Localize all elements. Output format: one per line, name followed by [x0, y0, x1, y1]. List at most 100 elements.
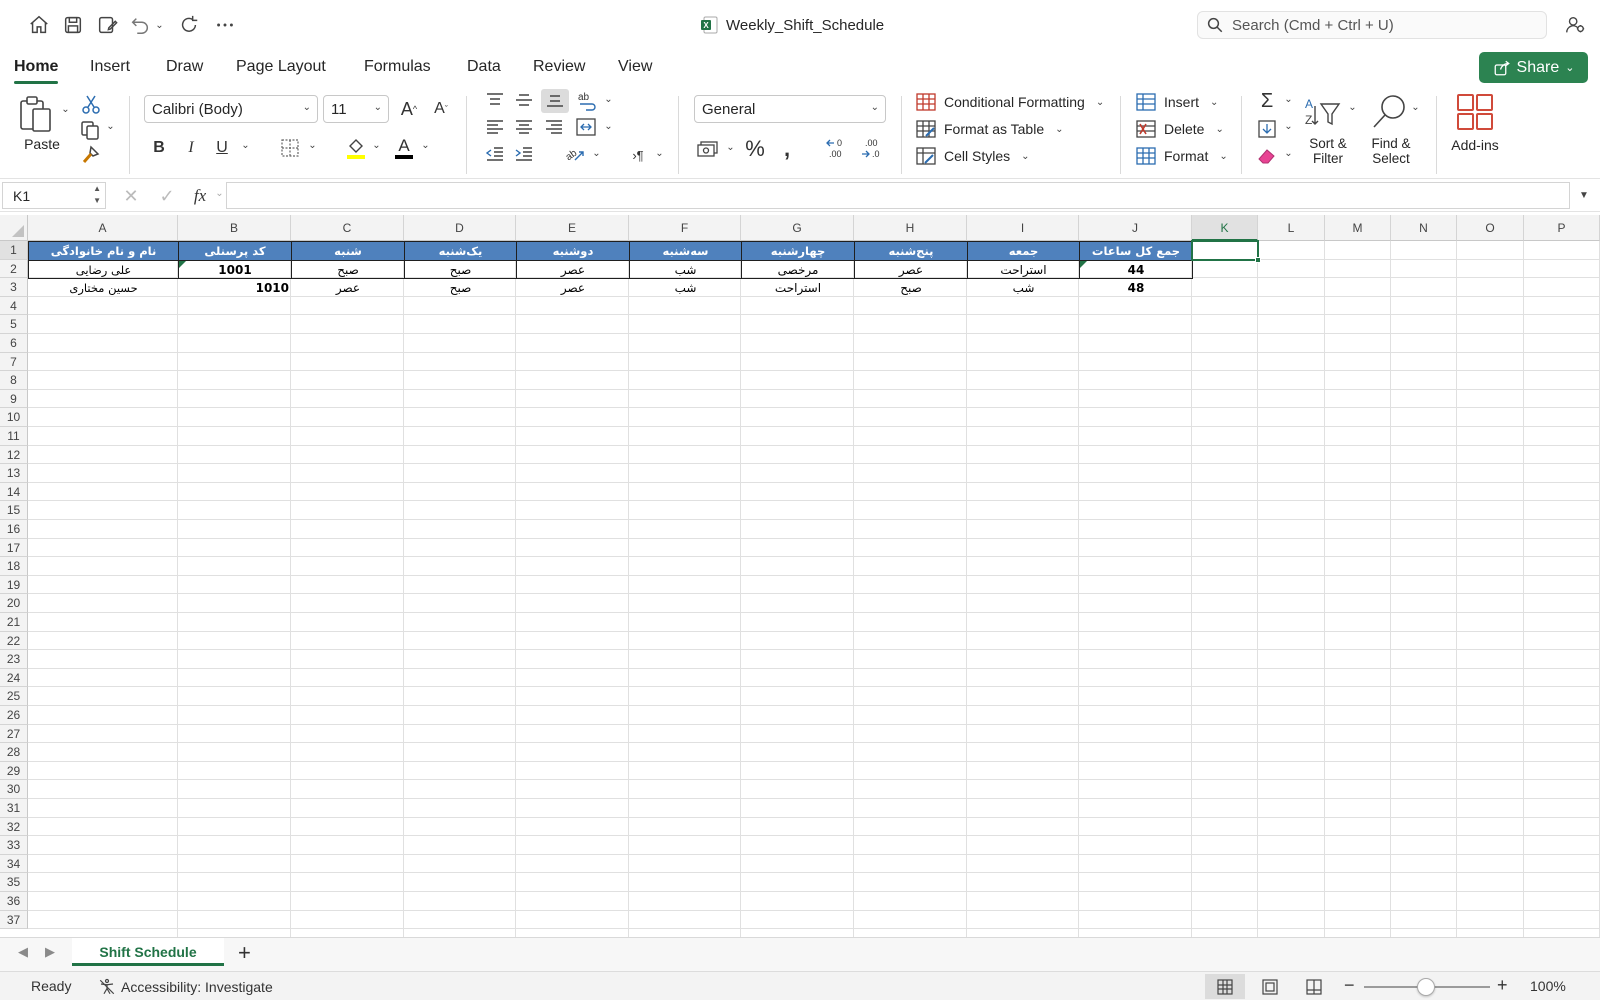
number-format-select[interactable]: General ⌄ [694, 95, 886, 123]
header-cell[interactable]: نام و نام خانوادگی [28, 241, 179, 261]
cancel-entry-icon[interactable]: ✕ [120, 186, 142, 206]
tab-view[interactable]: View [618, 55, 652, 81]
table-cell[interactable]: استراحت [741, 279, 855, 298]
spreadsheet-grid[interactable]: A B C D E F G H I J K L M N O P 1 2 3 4 5 6 7 8 9 10 11 12 13 14 15 16 1… [0, 215, 1600, 937]
row-header[interactable]: 2 [0, 259, 28, 279]
column-header-j[interactable]: J [1079, 215, 1192, 241]
share-button[interactable]: Share ⌄ [1479, 52, 1588, 83]
row-header[interactable]: 28 [0, 743, 28, 762]
row-header[interactable]: 17 [0, 538, 28, 558]
conditional-formatting-button[interactable]: Conditional Formatting ⌄ [916, 91, 1104, 113]
row-header[interactable]: 9 [0, 389, 28, 409]
underline-dropdown-icon[interactable]: ⌄ [238, 140, 250, 151]
row-header[interactable]: 19 [0, 575, 28, 595]
header-cell[interactable]: جمعه [967, 241, 1080, 261]
header-cell[interactable]: چهارشنبه [741, 241, 855, 261]
autosum-dropdown-icon[interactable]: ⌄ [1281, 94, 1293, 105]
decrease-font-size-icon[interactable]: Aˇ [428, 97, 454, 121]
row-header[interactable]: 23 [0, 650, 28, 669]
merge-center-icon[interactable] [574, 117, 598, 137]
row-header[interactable]: 36 [0, 892, 28, 911]
table-cell[interactable]: 1010 [178, 279, 292, 298]
scroll-sheets-right-icon[interactable]: ▶ [45, 944, 55, 960]
row-header[interactable]: 1 [0, 241, 28, 260]
name-box[interactable]: K1 ▲ ▼ [2, 182, 106, 209]
header-cell[interactable]: سه‌شنبه [629, 241, 742, 261]
column-header-f[interactable]: F [629, 215, 741, 241]
row-header[interactable]: 22 [0, 631, 28, 651]
align-center-icon[interactable] [513, 117, 535, 137]
table-cell[interactable]: شب [629, 279, 742, 298]
row-header[interactable]: 37 [0, 910, 28, 930]
column-header-b[interactable]: B [178, 215, 291, 241]
tab-insert[interactable]: Insert [90, 55, 130, 81]
orientation-dropdown-icon[interactable]: ⌄ [589, 148, 601, 159]
row-header[interactable]: 27 [0, 724, 28, 744]
column-header-d[interactable]: D [404, 215, 516, 241]
table-cell[interactable]: استراحت [967, 260, 1080, 280]
row-header[interactable]: 10 [0, 408, 28, 427]
comma-style-icon[interactable]: , [776, 136, 798, 162]
scroll-sheets-left-icon[interactable]: ◀ [18, 944, 28, 960]
row-header[interactable]: 25 [0, 687, 28, 706]
italic-button[interactable]: I [180, 136, 202, 160]
cut-icon[interactable] [80, 93, 102, 115]
copy-dropdown-icon[interactable]: ⌄ [103, 121, 115, 132]
page-layout-view-icon[interactable] [1250, 974, 1290, 999]
zoom-in-button[interactable]: + [1497, 975, 1508, 996]
table-cell[interactable]: مرخصی [741, 260, 855, 280]
undo-dropdown-icon[interactable]: ⌄ [151, 12, 165, 38]
zoom-out-button[interactable]: − [1344, 975, 1355, 996]
percent-style-icon[interactable]: % [742, 136, 768, 162]
header-cell[interactable]: شنبه [291, 241, 405, 261]
redo-icon[interactable] [176, 12, 202, 38]
home-icon[interactable] [26, 12, 52, 38]
row-header[interactable]: 29 [0, 761, 28, 781]
font-color-dropdown-icon[interactable]: ⌄ [418, 140, 430, 151]
normal-view-icon[interactable] [1205, 974, 1245, 999]
fill-color-icon[interactable] [344, 136, 368, 160]
clear-dropdown-icon[interactable]: ⌄ [1281, 148, 1293, 159]
decrease-decimal-icon[interactable]: .00.0 [858, 136, 886, 162]
table-cell[interactable]: 44 [1079, 260, 1193, 280]
insert-cells-button[interactable]: Insert ⌄ [1136, 91, 1218, 113]
accounting-dropdown-icon[interactable]: ⌄ [723, 142, 735, 153]
column-header-h[interactable]: H [854, 215, 967, 241]
wrap-text-icon[interactable]: ab [575, 90, 599, 112]
wrap-text-dropdown-icon[interactable]: ⌄ [601, 94, 613, 105]
table-cell[interactable]: 1001 [178, 260, 292, 280]
zoom-slider-thumb[interactable] [1417, 978, 1435, 996]
row-header[interactable]: 11 [0, 427, 28, 446]
find-select-icon[interactable] [1369, 92, 1411, 132]
table-cell[interactable]: عصر [516, 260, 630, 280]
paste-dropdown-icon[interactable]: ⌄ [58, 104, 70, 115]
table-cell[interactable]: شب [629, 260, 742, 280]
header-cell[interactable]: دوشنبه [516, 241, 630, 261]
autosum-icon[interactable]: Σ [1256, 90, 1278, 112]
paste-icon[interactable] [16, 94, 56, 136]
row-header[interactable]: 34 [0, 854, 28, 874]
expand-formula-bar-icon[interactable]: ▼ [1576, 187, 1592, 203]
increase-font-size-icon[interactable]: A ^ [396, 97, 422, 121]
table-cell[interactable]: صبح [404, 260, 517, 280]
row-header[interactable]: 4 [0, 296, 28, 316]
decrease-indent-icon[interactable] [484, 144, 506, 164]
tab-formulas[interactable]: Formulas [364, 55, 431, 81]
row-header[interactable]: 18 [0, 557, 28, 576]
table-cell[interactable]: عصر [854, 260, 968, 280]
row-header[interactable]: 21 [0, 613, 28, 632]
row-header[interactable]: 13 [0, 464, 28, 483]
more-icon[interactable] [212, 12, 238, 38]
increase-decimal-icon[interactable]: 0.00 [824, 136, 852, 162]
increase-indent-icon[interactable] [513, 144, 535, 164]
merge-dropdown-icon[interactable]: ⌄ [601, 121, 613, 132]
align-right-icon[interactable] [543, 117, 565, 137]
table-cell[interactable]: علی رضایی [28, 260, 179, 280]
column-header-o[interactable]: O [1457, 215, 1524, 241]
row-header[interactable]: 7 [0, 352, 28, 372]
function-dropdown-icon[interactable]: ⌄ [212, 188, 224, 199]
sort-filter-icon[interactable]: AZ [1302, 92, 1344, 132]
text-direction-dropdown-icon[interactable]: ⌄ [652, 148, 664, 159]
table-cell[interactable]: عصر [291, 279, 405, 298]
selected-cell-k1[interactable] [1191, 240, 1259, 261]
